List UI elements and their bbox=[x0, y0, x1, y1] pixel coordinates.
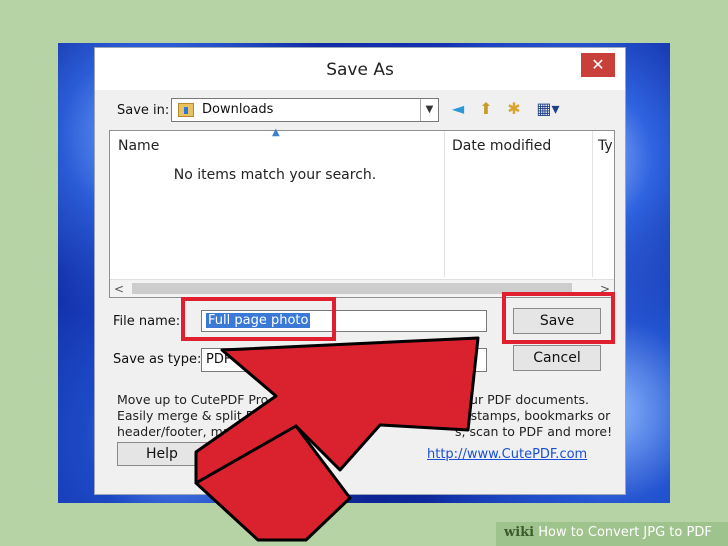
red-arrow-pointer bbox=[194, 336, 480, 542]
footer-title: How to Convert JPG to PDF bbox=[538, 525, 712, 540]
footer-wiki-logo: wiki bbox=[504, 525, 535, 540]
footer-caption: wiki How to Convert JPG to PDF bbox=[504, 525, 712, 540]
